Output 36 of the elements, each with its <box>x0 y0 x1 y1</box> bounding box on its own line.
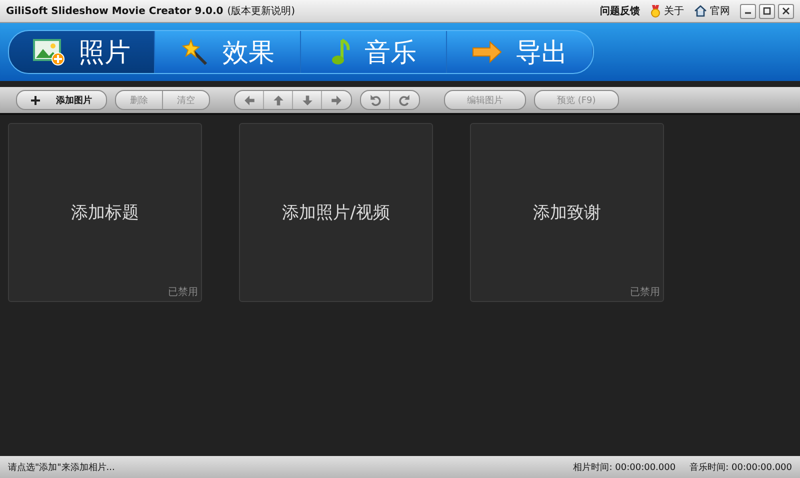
home-icon <box>694 5 707 17</box>
left-arrow-icon <box>242 94 256 106</box>
disabled-label: 已禁用 <box>630 286 660 299</box>
window-title: GiliSoft Slideshow Movie Creator 9.0.0 <box>6 6 224 16</box>
right-arrow-icon <box>330 94 343 106</box>
right-arrow-icon <box>472 41 502 63</box>
add-card[interactable]: 添加致谢 已禁用 <box>470 123 664 302</box>
website-link[interactable]: 官网 <box>694 4 730 18</box>
medal-icon <box>650 4 661 18</box>
nav-tab[interactable]: 照片 <box>9 31 155 73</box>
close-button[interactable] <box>778 4 794 18</box>
maximize-button[interactable] <box>759 4 775 18</box>
nav-tab[interactable]: 导出 <box>447 31 593 73</box>
rotate-right-icon <box>398 94 411 106</box>
status-message: 请点选"添加"来添加相片... <box>8 462 115 474</box>
close-icon <box>782 7 790 15</box>
maximize-icon <box>763 7 771 15</box>
nav-tab[interactable]: 音乐 <box>301 31 447 73</box>
minimize-button[interactable] <box>740 4 756 18</box>
up-arrow-icon <box>272 94 284 106</box>
disabled-label: 已禁用 <box>168 286 198 299</box>
feedback-link[interactable]: 问题反馈 <box>600 4 640 18</box>
duration-text: 音乐时间: 00:00:00.000 <box>690 462 792 474</box>
duration-text: 相片时间: 00:00:00.000 <box>573 462 676 474</box>
nav-tab[interactable]: 效果 <box>155 31 301 73</box>
music-note-icon <box>330 38 350 66</box>
picture-add-icon <box>32 38 64 66</box>
rotate-left-icon <box>368 94 382 106</box>
add-card[interactable]: 添加照片/视频 <box>239 123 433 302</box>
magic-wand-icon <box>180 38 208 66</box>
plus-icon <box>31 96 40 104</box>
toolbar-button[interactable]: 添加图片 <box>17 91 106 109</box>
about-link[interactable]: 关于 <box>650 4 684 18</box>
add-card[interactable]: 添加标题 已禁用 <box>8 123 202 302</box>
down-arrow-icon <box>300 94 314 106</box>
version-notes-link[interactable]: (版本更新说明) <box>227 4 296 18</box>
